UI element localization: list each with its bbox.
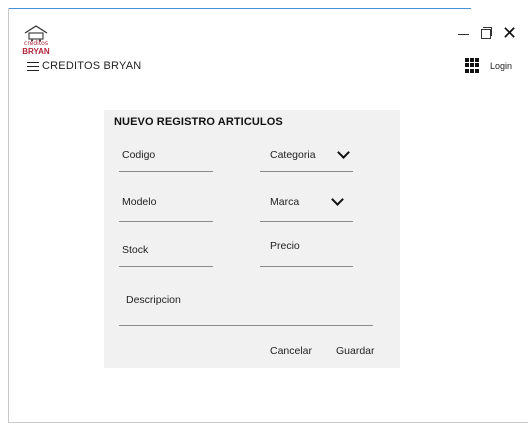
descripcion-field[interactable]: Descripcion xyxy=(119,291,373,326)
stock-field[interactable]: Stock xyxy=(119,241,213,267)
modelo-label: Modelo xyxy=(122,196,157,208)
descripcion-label: Descripcion xyxy=(126,294,181,306)
close-button[interactable]: ✕ xyxy=(502,25,517,43)
chevron-down-icon xyxy=(331,193,344,206)
save-button[interactable]: Guardar xyxy=(336,345,375,357)
marca-label: Marca xyxy=(270,196,300,208)
precio-label: Precio xyxy=(270,240,300,252)
minimize-button[interactable] xyxy=(458,27,470,41)
window-controls: ✕ xyxy=(458,25,517,43)
cancel-button[interactable]: Cancelar xyxy=(270,345,312,357)
codigo-label: Codigo xyxy=(122,149,156,161)
modelo-field[interactable]: Modelo xyxy=(119,193,213,222)
categoria-select[interactable]: Categoria xyxy=(260,146,353,172)
chevron-down-icon xyxy=(337,146,350,159)
login-link[interactable]: Login xyxy=(490,61,512,71)
form-title: NUEVO REGISTRO ARTICULOS xyxy=(114,116,283,128)
stock-label: Stock xyxy=(122,244,149,256)
categoria-label: Categoria xyxy=(270,149,316,161)
navbar-right: Login xyxy=(464,58,512,73)
top-navbar: CREDITOS BRYAN Login xyxy=(27,55,527,77)
marca-select[interactable]: Marca xyxy=(260,193,353,222)
window-top-accent xyxy=(9,8,471,9)
codigo-field[interactable]: Codigo xyxy=(119,146,213,172)
restore-button[interactable] xyxy=(480,27,492,41)
precio-field[interactable]: Precio xyxy=(260,237,353,267)
creditos-bryan-logo: créditos BRYAN xyxy=(19,24,53,58)
navbar-brand: CREDITOS BRYAN xyxy=(42,60,142,72)
apps-grid-icon[interactable] xyxy=(464,58,480,73)
hamburger-menu-icon[interactable] xyxy=(27,61,39,71)
new-article-form: NUEVO REGISTRO ARTICULOS Codigo Categori… xyxy=(104,110,400,368)
